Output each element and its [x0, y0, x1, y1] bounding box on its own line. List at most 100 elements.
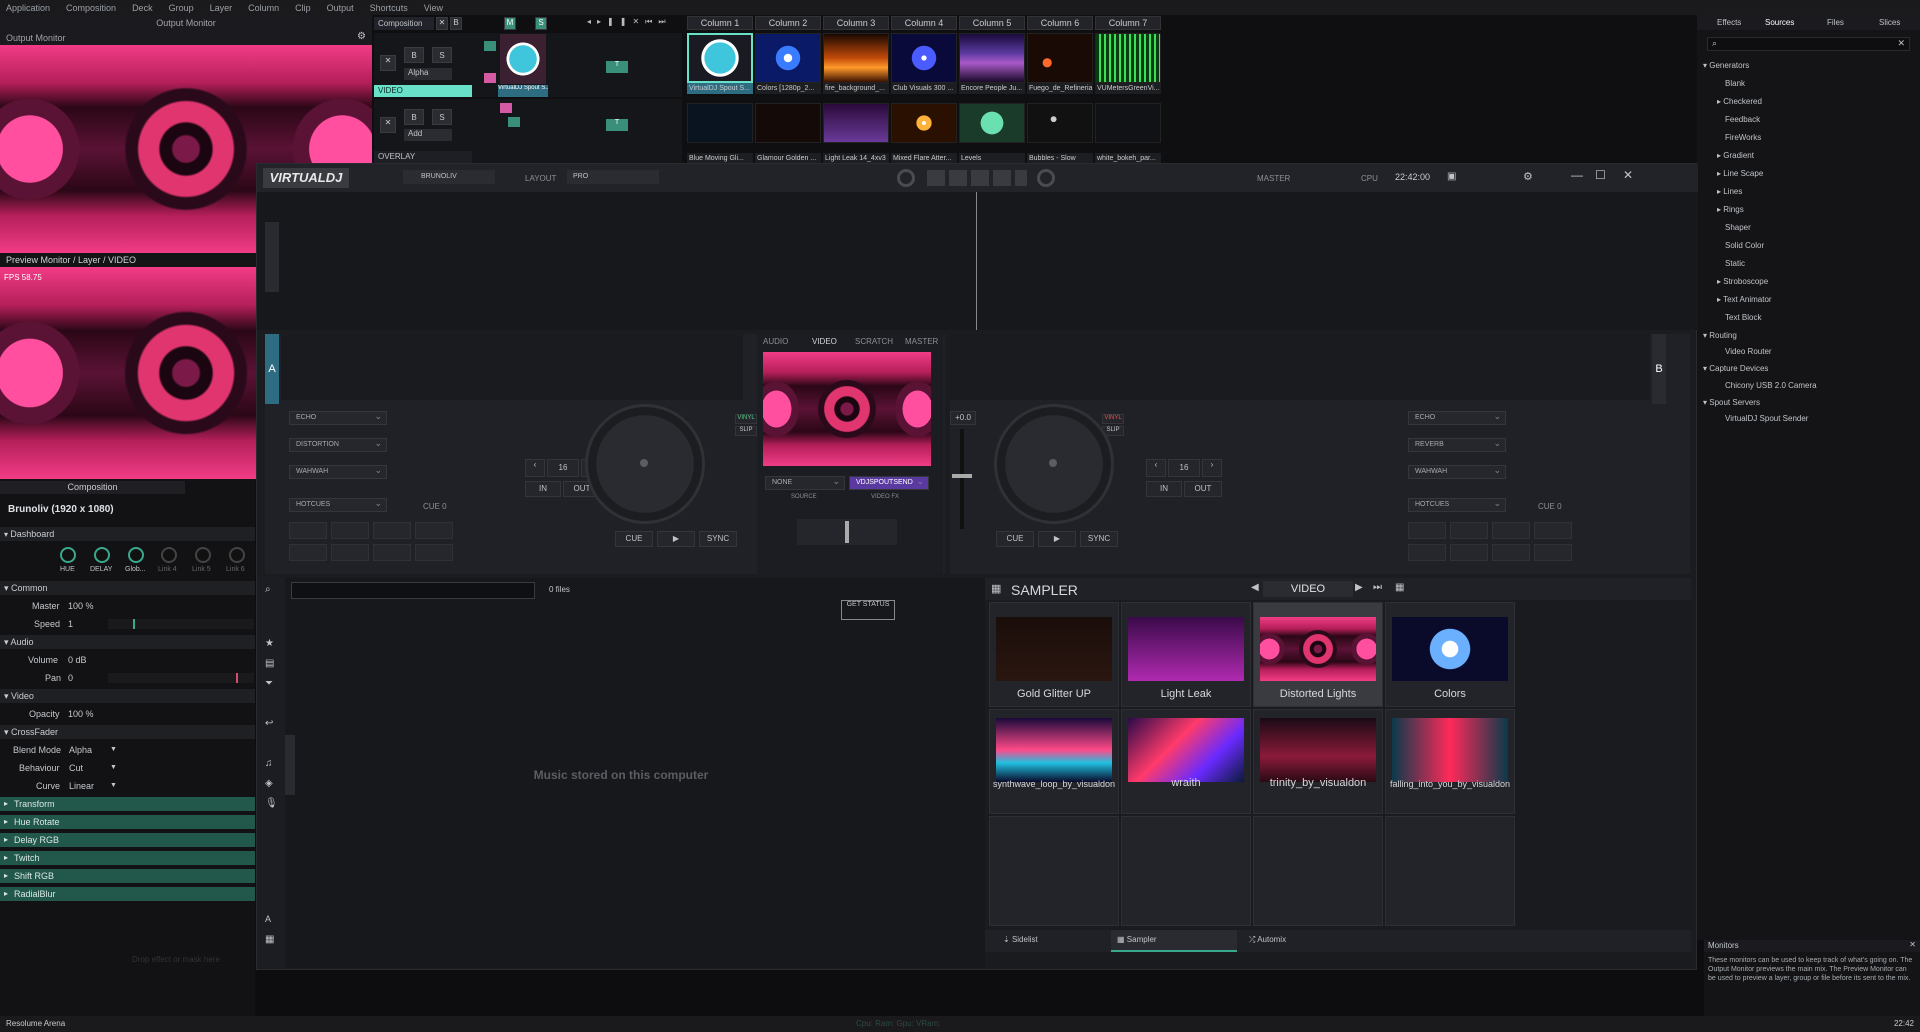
tab-effects[interactable]: Effects [1717, 18, 1741, 27]
video-fx-select[interactable]: VDJSPOUTSEND [849, 475, 929, 490]
clip-thumb-1-2[interactable] [755, 33, 821, 83]
sampler-slot-9[interactable] [989, 816, 1119, 926]
tree-routing[interactable]: ▾ Routing [1703, 331, 1737, 340]
layer2-clear-button[interactable]: ✕ [380, 117, 396, 133]
sampler-slot-8[interactable]: falling_into_you_by_visualdon [1385, 709, 1515, 814]
link4-knob[interactable] [161, 547, 177, 563]
deck-a-pad-5[interactable] [289, 544, 327, 561]
source-camera[interactable]: Chicony USB 2.0 Camera [1725, 381, 1817, 390]
maximize-icon[interactable]: ☐ [1595, 168, 1606, 182]
deck-a-label[interactable]: A [265, 334, 279, 404]
tab-sources[interactable]: Sources [1765, 18, 1794, 27]
source-line-scape[interactable]: ▸ Line Scape [1717, 169, 1763, 178]
speed-slider[interactable] [108, 619, 254, 629]
deck-b-loop-size[interactable]: 16 [1168, 459, 1200, 477]
clip-thumb-2-2[interactable] [755, 103, 821, 143]
section-dashboard[interactable]: ▾ Dashboard [0, 527, 255, 541]
sampler-layout-icon[interactable]: ▦ [1395, 582, 1404, 593]
deck-a-cue0[interactable]: CUE 0 [423, 502, 447, 511]
deck-b-fx1[interactable]: ECHO [1408, 410, 1506, 425]
master-value[interactable]: 100 % [68, 599, 94, 613]
delay-knob[interactable] [94, 547, 110, 563]
layer2-bypass-button[interactable]: B [404, 109, 424, 125]
deck-b-pad-7[interactable] [1492, 544, 1530, 561]
section-audio[interactable]: ▾ Audio [0, 635, 255, 649]
deck-b-cue-button[interactable]: CUE [996, 531, 1034, 547]
deck-a-hotcues-select[interactable]: HOTCUES [289, 497, 387, 512]
deck-b-hotcues-select[interactable]: HOTCUES [1408, 497, 1506, 512]
source-static[interactable]: Static [1725, 259, 1745, 268]
source-solid-color[interactable]: Solid Color [1725, 241, 1764, 250]
behaviour-value[interactable]: Cut [69, 761, 83, 775]
sampler-slot-3[interactable]: Distorted Lights [1253, 602, 1383, 707]
sampler-slot-4[interactable]: Colors [1385, 602, 1515, 707]
link6-knob[interactable] [229, 547, 245, 563]
sampler-next-icon[interactable]: ▶ [1355, 582, 1363, 593]
layer2-a-toggle[interactable] [500, 103, 512, 113]
effect-shift-rgb[interactable]: Shift RGB [0, 869, 255, 883]
menu-view[interactable]: View [424, 3, 451, 13]
deck-a-pad-6[interactable] [331, 544, 369, 561]
column-6[interactable]: Column 6 [1027, 16, 1093, 30]
speed-value[interactable]: 1 [68, 617, 73, 631]
sources-search-input[interactable]: ⌕ ✕ [1707, 37, 1910, 51]
filter-icon[interactable]: ⏷ [265, 678, 273, 689]
clip-thumb-2-7[interactable] [1095, 103, 1161, 143]
deck-a-pad-1[interactable] [289, 522, 327, 539]
clip-thumb-2-5[interactable] [959, 103, 1025, 143]
close-icon[interactable]: ✕ [1909, 940, 1916, 949]
deck-a-play-button[interactable]: ▶ [657, 531, 695, 547]
clip-thumb-1-1[interactable] [687, 33, 753, 83]
deck-a-loop-prev[interactable]: ‹ [525, 459, 545, 477]
pan-slider[interactable] [108, 673, 254, 683]
effect-delay-rgb[interactable]: Delay RGB [0, 833, 255, 847]
layer-transition-t[interactable]: T [606, 61, 628, 73]
sampler-slot-7[interactable]: trinity_by_visualdon [1253, 709, 1383, 814]
video-source-select[interactable]: NONE [765, 475, 845, 490]
menu-column[interactable]: Column [248, 3, 287, 13]
tab-composition[interactable]: Composition [0, 481, 185, 494]
deck-a-fx1[interactable]: ECHO [289, 410, 387, 425]
sampler-mode-select[interactable]: VIDEO [1263, 581, 1353, 597]
gear-icon[interactable]: ⚙ [357, 31, 366, 42]
menu-application[interactable]: Application [6, 3, 58, 13]
close-window-icon[interactable]: ✕ [1623, 168, 1633, 182]
clear-search-icon[interactable]: ✕ [1897, 38, 1905, 49]
transport-controls[interactable]: ◂▸❚❚✕⏮⏭ [587, 17, 672, 27]
effect-radialblur[interactable]: RadialBlur [0, 887, 255, 901]
hue-knob[interactable] [60, 547, 76, 563]
deck-b-pad-3[interactable] [1492, 522, 1530, 539]
glob-knob[interactable] [128, 547, 144, 563]
sampler-skip-icon[interactable]: ⏭ [1373, 582, 1382, 593]
get-status-button[interactable]: GET STATUS [841, 600, 895, 620]
deck-b-pitch[interactable]: +0.0 [950, 411, 976, 425]
source-rings[interactable]: ▸ Rings [1717, 205, 1744, 214]
mic-icon[interactable]: 🎙 [265, 798, 278, 809]
opacity-value[interactable]: 100 % [68, 707, 94, 721]
tab-sampler[interactable]: ▦ Sampler [1111, 930, 1237, 952]
deck-a-slip[interactable]: SLIP [735, 426, 757, 436]
volume-value[interactable]: 0 dB [68, 653, 87, 667]
clip-thumb-1-6[interactable] [1027, 33, 1093, 83]
deck-b-fx2[interactable]: REVERB [1408, 437, 1506, 452]
menu-layer[interactable]: Layer [210, 3, 241, 13]
layer-blend-select[interactable]: Alpha [404, 68, 452, 80]
menu-clip[interactable]: Clip [295, 3, 319, 13]
clip-thumb-2-3[interactable] [823, 103, 889, 143]
deck-a-pad-7[interactable] [373, 544, 411, 561]
mixer-tab-audio[interactable]: AUDIO [763, 337, 788, 346]
menu-composition[interactable]: Composition [66, 3, 124, 13]
layer2-v-toggle[interactable] [508, 117, 520, 127]
layer2-transition-t[interactable]: T [606, 119, 628, 131]
source-text-block[interactable]: Text Block [1725, 313, 1761, 322]
folders-toggle[interactable] [285, 735, 295, 795]
section-crossfader[interactable]: ▾ CrossFader [0, 725, 255, 739]
tree-generators[interactable]: ▾ Generators [1703, 61, 1749, 70]
deck-a-pad-3[interactable] [373, 522, 411, 539]
layer-bypass-button[interactable]: B [404, 47, 424, 63]
tree-spout-servers[interactable]: ▾ Spout Servers [1703, 398, 1760, 407]
pan-value[interactable]: 0 [68, 671, 73, 685]
settings-list-icon[interactable]: ▦ [265, 934, 274, 945]
clip-thumb-1-4[interactable] [891, 33, 957, 83]
menu-shortcuts[interactable]: Shortcuts [370, 3, 416, 13]
